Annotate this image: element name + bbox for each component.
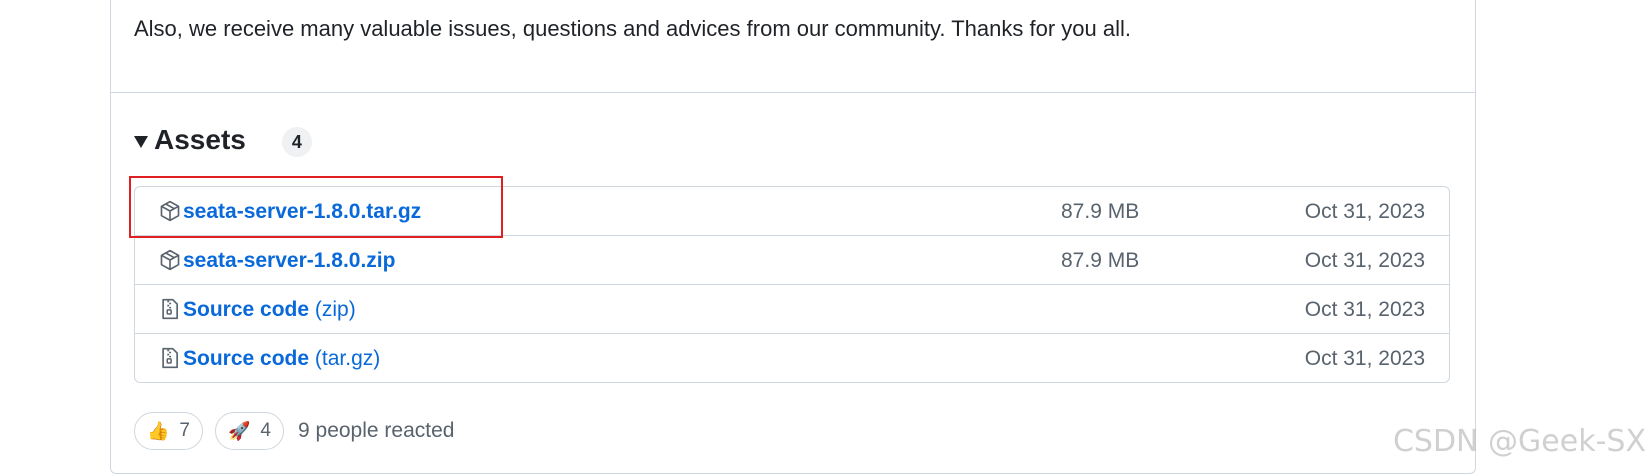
asset-format: (tar.gz) <box>314 347 381 370</box>
asset-name: seata-server-1.8.0.zip <box>183 249 396 272</box>
asset-name: Source code <box>183 347 310 370</box>
asset-date: Oct 31, 2023 <box>1304 200 1425 223</box>
reaction-count: 4 <box>260 420 271 441</box>
assets-toggle[interactable]: Assets 4 <box>134 122 312 158</box>
release-body-text: Also, we receive many valuable issues, q… <box>134 16 1131 41</box>
reaction-count: 7 <box>179 420 190 441</box>
asset-date: Oct 31, 2023 <box>1304 249 1425 272</box>
rocket-icon: 🚀 <box>228 420 251 442</box>
file-zip-icon <box>162 298 178 320</box>
asset-link-source-tar-gz[interactable]: Source code (tar.gz) <box>183 346 380 372</box>
reaction-thumbs-up-button[interactable]: 👍 7 <box>134 412 203 450</box>
asset-size: 87.9 MB <box>1061 249 1140 272</box>
asset-row: Source code (tar.gz) Oct 31, 2023 <box>135 333 1449 382</box>
asset-row: Source code (zip) Oct 31, 2023 <box>135 284 1449 333</box>
thumbs-up-icon: 👍 <box>147 420 170 442</box>
caret-down-icon <box>134 136 148 148</box>
asset-link-seata-zip[interactable]: seata-server-1.8.0.zip <box>183 248 395 274</box>
file-zip-icon <box>162 347 178 369</box>
reaction-rocket-button[interactable]: 🚀 4 <box>215 412 284 450</box>
asset-date: Oct 31, 2023 <box>1304 347 1425 370</box>
asset-name: Source code <box>183 298 310 321</box>
reactions-summary: 9 people reacted <box>298 419 455 442</box>
asset-date: Oct 31, 2023 <box>1304 298 1425 321</box>
asset-row: seata-server-1.8.0.zip 87.9 MB Oct 31, 2… <box>135 235 1449 284</box>
asset-size: 87.9 MB <box>1061 200 1140 223</box>
package-icon <box>160 249 180 271</box>
asset-format: (zip) <box>314 298 356 321</box>
assets-title: Assets <box>154 124 246 155</box>
asset-link-source-zip[interactable]: Source code (zip) <box>183 297 356 323</box>
assets-count-badge: 4 <box>281 127 312 157</box>
section-divider <box>111 92 1475 93</box>
annotation-highlight-box <box>129 176 503 238</box>
reactions-bar: 👍 7 🚀 4 9 people reacted <box>134 412 454 450</box>
watermark-text: CSDN @Geek-SX <box>1392 424 1646 459</box>
